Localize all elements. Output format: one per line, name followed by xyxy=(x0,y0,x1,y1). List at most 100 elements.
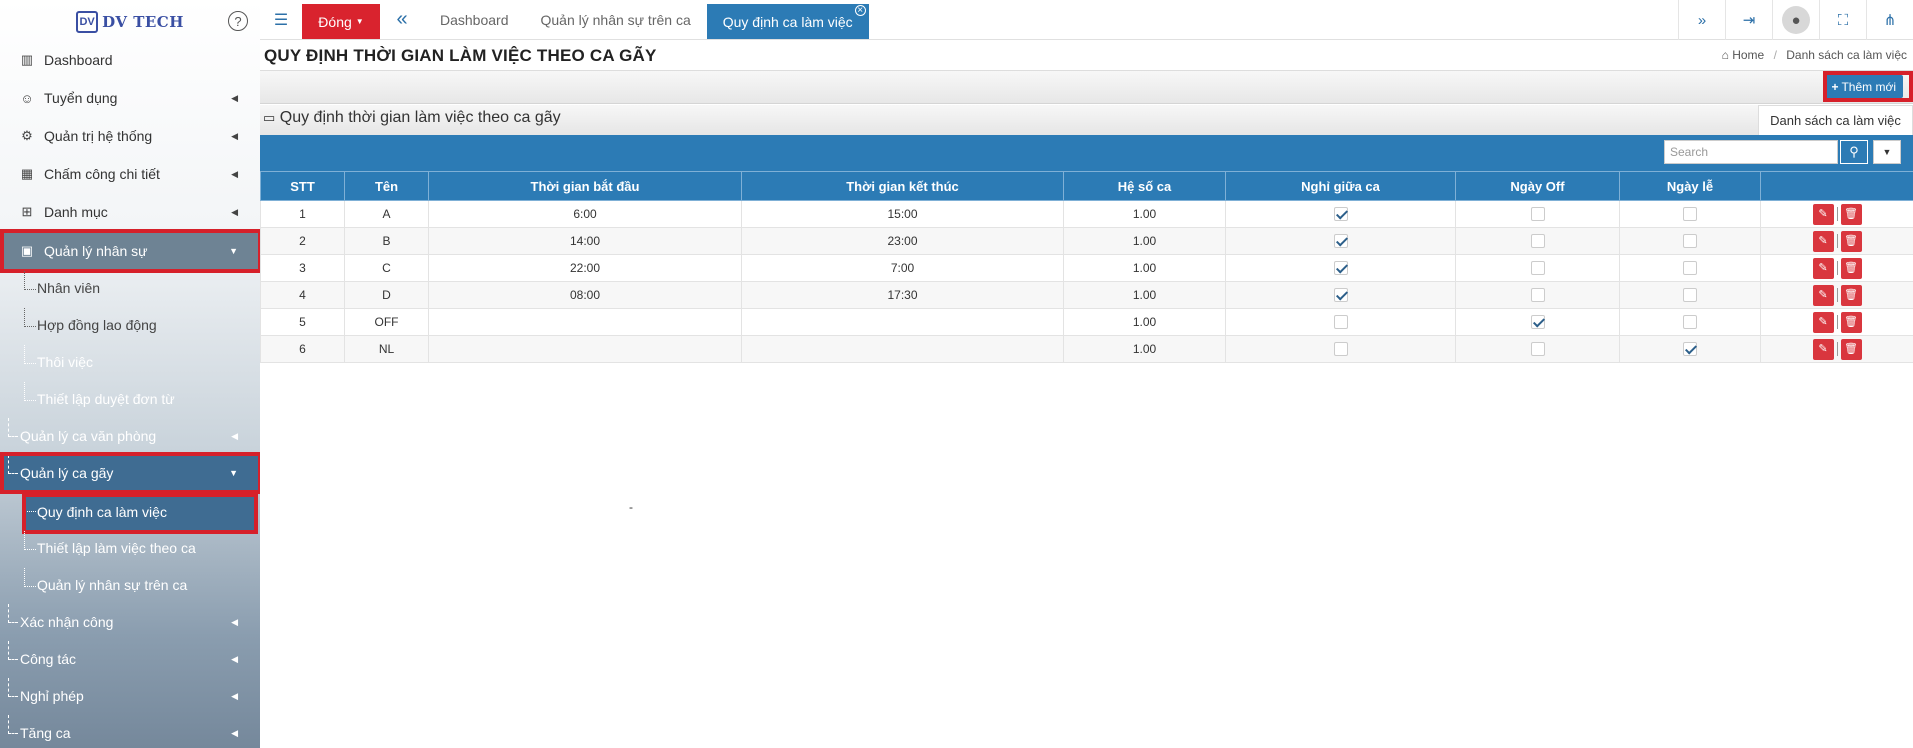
sidebar-item-hr-management[interactable]: ▣ Quản lý nhân sự ▼ xyxy=(0,231,260,271)
delete-icon[interactable]: 🗑 xyxy=(1840,284,1862,306)
sidebar-item-work-confirm[interactable]: Xác nhận công ◀ xyxy=(0,604,260,640)
delete-icon[interactable]: 🗑 xyxy=(1840,203,1862,225)
edit-icon[interactable]: ✎ xyxy=(1812,230,1834,252)
column-header[interactable]: STT xyxy=(260,171,345,201)
action-divider xyxy=(1836,261,1838,275)
sidebar-item-recruitment[interactable]: ☺ Tuyển dụng ◀ xyxy=(0,79,260,117)
search-input[interactable]: Search xyxy=(1664,140,1838,164)
breadcrumb-home[interactable]: Home xyxy=(1732,48,1764,62)
scroll-tabs-right-icon[interactable]: » xyxy=(1678,0,1725,40)
day-off-checkbox[interactable] xyxy=(1530,234,1545,249)
sidebar-item-office-shift[interactable]: Quản lý ca văn phòng ◀ xyxy=(0,418,260,454)
holiday-checkbox[interactable] xyxy=(1683,315,1697,330)
mid-shift-break-checkbox[interactable] xyxy=(1333,315,1348,330)
day-off-checkbox[interactable] xyxy=(1530,261,1545,276)
column-header[interactable]: Nghỉ giữa ca xyxy=(1225,171,1456,201)
column-header[interactable]: Thời gian kết thúc xyxy=(741,171,1064,201)
holiday-checkbox[interactable] xyxy=(1683,342,1697,357)
column-header[interactable]: Ngày lễ xyxy=(1619,171,1761,201)
day-off-checkbox[interactable] xyxy=(1530,315,1545,330)
user-avatar[interactable]: ● xyxy=(1772,0,1819,40)
table-row[interactable]: 3 C 22:00 7:00 1.00 ✎ 🗑 xyxy=(260,254,1913,282)
close-dropdown-button[interactable]: Đóng ▼ xyxy=(302,4,380,39)
sidebar-subitem-shift-staff[interactable]: Quản lý nhân sự trên ca xyxy=(24,568,187,602)
logo[interactable]: DV DV TECH xyxy=(76,11,184,33)
holiday-checkbox[interactable] xyxy=(1683,261,1697,276)
column-header[interactable]: Thời gian bắt đầu xyxy=(428,171,742,201)
scroll-tabs-left-icon[interactable]: « xyxy=(380,0,424,39)
sitemap-icon: ⊞ xyxy=(21,204,33,219)
add-new-button[interactable]: + Thêm mới xyxy=(1824,75,1903,98)
columns-dropdown-button[interactable]: ▼ xyxy=(1873,140,1901,164)
sidebar-item-system-admin[interactable]: ⚙ Quản trị hệ thống ◀ xyxy=(0,117,260,155)
mid-shift-break-checkbox[interactable] xyxy=(1333,342,1348,357)
holiday-checkbox[interactable] xyxy=(1683,288,1697,303)
sign-out-icon[interactable]: ⇥ xyxy=(1725,0,1772,40)
id-card-icon: ▣ xyxy=(20,243,34,258)
inbox-icon: ▭ xyxy=(263,110,276,125)
sidebar-item-overtime[interactable]: Tăng ca ◀ xyxy=(0,715,260,748)
sidebar-item-attendance[interactable]: ▦ Chấm công chi tiết ◀ xyxy=(0,155,260,193)
sidebar-subitem-employees[interactable]: Nhân viên xyxy=(24,271,100,305)
sidebar-item-leave[interactable]: Nghỉ phép ◀ xyxy=(0,678,260,714)
fullscreen-icon[interactable]: ⛶ xyxy=(1819,0,1866,40)
menu-toggle-icon[interactable]: ☰ xyxy=(260,0,302,39)
tree-connector xyxy=(24,531,36,550)
caret-left-icon: ◀ xyxy=(231,92,238,103)
table-row[interactable]: 5 OFF 1.00 ✎ 🗑 xyxy=(260,308,1913,336)
mid-shift-break-checkbox[interactable] xyxy=(1333,261,1348,276)
column-header[interactable]: Tên xyxy=(344,171,429,201)
cell-holiday xyxy=(1619,227,1761,255)
edit-icon[interactable]: ✎ xyxy=(1812,338,1834,360)
close-button-label: Đóng xyxy=(318,13,352,30)
tree-connector xyxy=(24,308,36,327)
tab-shift-rules[interactable]: Quy định ca làm việc × xyxy=(706,4,869,39)
org-chart-icon[interactable]: ⋔ xyxy=(1866,0,1913,40)
edit-icon[interactable]: ✎ xyxy=(1812,257,1834,279)
sidebar-subitem-label: Thôi việc xyxy=(37,354,94,370)
sidebar-subitem-resignation[interactable]: Thôi việc xyxy=(24,345,93,379)
table-row[interactable]: 1 A 6:00 15:00 1.00 ✎ 🗑 xyxy=(260,200,1913,228)
sidebar-subitem-shift-rules[interactable]: Quy định ca làm việc xyxy=(24,493,256,531)
sidebar-item-label: Quản trị hệ thống xyxy=(44,128,153,144)
holiday-checkbox[interactable] xyxy=(1683,234,1697,249)
tab-shift-list[interactable]: Danh sách ca làm việc xyxy=(1758,105,1913,135)
table-row[interactable]: 4 D 08:00 17:30 1.00 ✎ 🗑 xyxy=(260,281,1913,309)
shift-table: STT Tên Thời gian bắt đầu Thời gian kết … xyxy=(260,171,1913,363)
sidebar-item-dashboard[interactable]: ▥ Dashboard xyxy=(0,41,260,79)
search-icon[interactable]: ⚲ xyxy=(1840,140,1868,164)
sidebar-subitem-shift-setup[interactable]: Thiết lập làm việc theo ca xyxy=(24,531,196,565)
caret-left-icon: ◀ xyxy=(231,690,238,701)
holiday-checkbox[interactable] xyxy=(1683,207,1697,222)
mid-shift-break-checkbox[interactable] xyxy=(1333,234,1348,249)
delete-icon[interactable]: 🗑 xyxy=(1840,338,1862,360)
delete-icon[interactable]: 🗑 xyxy=(1840,230,1862,252)
table-row[interactable]: 6 NL 1.00 ✎ 🗑 xyxy=(260,335,1913,363)
sidebar-subitem-approval-setup[interactable]: Thiết lập duyệt đơn từ xyxy=(24,382,175,416)
delete-icon[interactable]: 🗑 xyxy=(1840,311,1862,333)
day-off-checkbox[interactable] xyxy=(1530,288,1545,303)
mid-shift-break-checkbox[interactable] xyxy=(1333,207,1348,222)
table-row[interactable]: 2 B 14:00 23:00 1.00 ✎ 🗑 xyxy=(260,227,1913,255)
edit-icon[interactable]: ✎ xyxy=(1812,311,1834,333)
mid-shift-break-checkbox[interactable] xyxy=(1333,288,1348,303)
cell-name: B xyxy=(344,227,429,255)
delete-icon[interactable]: 🗑 xyxy=(1840,257,1862,279)
cell-start-time: 6:00 xyxy=(428,200,742,228)
sidebar-item-business-trip[interactable]: Công tác ◀ xyxy=(0,641,260,677)
help-icon[interactable]: ? xyxy=(228,11,248,31)
tab-close-icon[interactable]: × xyxy=(854,5,866,16)
tab-dashboard[interactable]: Dashboard xyxy=(424,0,525,39)
cell-holiday xyxy=(1619,335,1761,363)
column-header[interactable]: Hệ số ca xyxy=(1063,171,1226,201)
day-off-checkbox[interactable] xyxy=(1530,342,1545,357)
day-off-checkbox[interactable] xyxy=(1530,207,1545,222)
column-header[interactable]: Ngày Off xyxy=(1455,171,1620,201)
edit-icon[interactable]: ✎ xyxy=(1812,203,1834,225)
sidebar-item-broken-shift[interactable]: Quản lý ca gãy ▼ xyxy=(0,455,260,491)
sidebar-item-catalog[interactable]: ⊞ Danh mục ◀ xyxy=(0,193,260,231)
edit-icon[interactable]: ✎ xyxy=(1812,284,1834,306)
tree-connector xyxy=(8,604,18,623)
tab-hr-on-shift[interactable]: Quản lý nhân sự trên ca xyxy=(525,0,707,39)
sidebar-subitem-contracts[interactable]: Hợp đồng lao động xyxy=(24,308,157,342)
